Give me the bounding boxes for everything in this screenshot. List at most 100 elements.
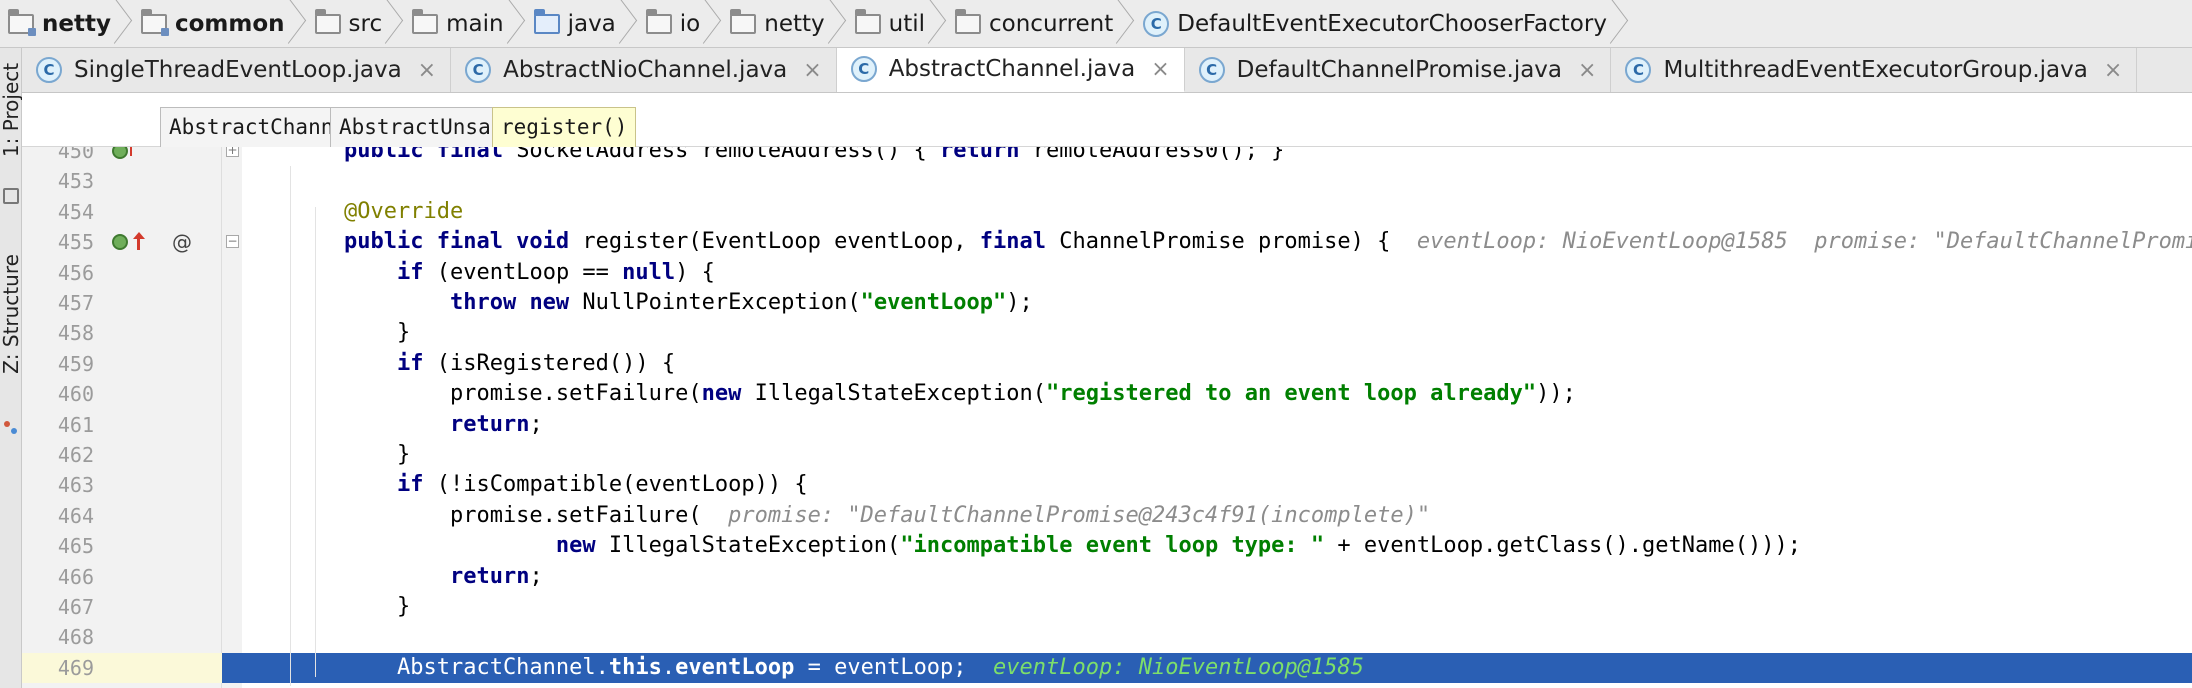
structure-tool-icon[interactable] [3, 420, 19, 436]
code-text: if (!isCompatible(eventLoop)) { [344, 470, 808, 500]
line-number: 458 [57, 321, 94, 345]
code-token: SocketAddress remoteAddress() [516, 147, 914, 163]
project-tool-tab[interactable]: 1: Project [0, 56, 23, 164]
code-line[interactable]: 461 return; [22, 410, 2192, 440]
breadcrumb: netty common src main java io netty util concurr… [0, 0, 2192, 48]
code-token: return [449, 412, 530, 437]
breadcrumb-label: src [348, 10, 383, 37]
breadcrumb-item-4[interactable]: java [526, 0, 638, 47]
tab-label: SingleThreadEventLoop.java [74, 57, 402, 83]
structure-tool-tab[interactable]: Z: Structure [0, 244, 23, 384]
close-tab-icon[interactable]: × [803, 58, 821, 83]
close-tab-icon[interactable]: × [1151, 57, 1169, 82]
folder-icon [314, 8, 341, 34]
code-token: AbstractChannel. [344, 655, 609, 680]
code-token: + eventLoop.getClass().getName())); [1324, 533, 1801, 558]
tool-window-strip: 1: Project Z: Structure [0, 48, 23, 688]
scope-method[interactable]: register() [492, 107, 637, 147]
code-text: } [344, 440, 410, 470]
fold-collapse-icon[interactable]: − [226, 235, 239, 248]
debug-inline-value: eventLoop: NioEventLoop@1585 [993, 655, 1364, 680]
breadcrumb-item-1[interactable]: common [133, 0, 307, 47]
code-token: new [555, 533, 609, 558]
project-tool-icon[interactable] [3, 188, 19, 204]
class-icon: C [465, 57, 492, 83]
implements-icon[interactable] [112, 147, 128, 159]
code-text: @Override [344, 197, 463, 227]
code-token: ); [1006, 290, 1033, 315]
implements-icon[interactable] [112, 234, 128, 250]
breadcrumb-item-0[interactable]: netty [0, 0, 133, 47]
breadcrumb-item-9[interactable]: C DefaultEventExecutorChooserFactory [1135, 0, 1629, 47]
code-line[interactable]: 456 if (eventLoop == null) { [22, 258, 2192, 288]
code-line[interactable]: 465 new IllegalStateException("incompati… [22, 531, 2192, 561]
scope-navigation-bar: AbstractChannel AbstractUnsafe register(… [22, 93, 2192, 147]
code-line[interactable]: 468 [22, 622, 2192, 652]
code-token: throw new [449, 290, 583, 315]
breadcrumb-item-6[interactable]: netty [722, 0, 846, 47]
code-line[interactable]: 450 + public final SocketAddress remoteAdd… [22, 147, 2192, 166]
code-text: if (eventLoop == null) { [344, 258, 715, 288]
code-line[interactable]: 459 if (isRegistered()) { [22, 349, 2192, 379]
editor-tab-2[interactable]: C AbstractChannel.java × [836, 48, 1185, 92]
code-line[interactable]: 454 @Override [22, 197, 2192, 227]
folder-icon [412, 8, 439, 34]
code-token: NullPointerException( [582, 290, 861, 315]
code-line[interactable]: 467 } [22, 592, 2192, 622]
breadcrumb-label: concurrent [989, 10, 1114, 37]
folder-icon [955, 8, 982, 34]
code-token: { [913, 147, 941, 163]
code-text: throw new NullPointerException("eventLoo… [344, 288, 1033, 318]
code-token: (eventLoop == [436, 260, 623, 285]
code-token: (isRegistered()) { [436, 351, 676, 376]
code-token: "registered to an event loop already" [1046, 381, 1537, 406]
folder-icon [854, 8, 881, 34]
override-marker-icon[interactable] [130, 147, 132, 156]
editor-tab-0[interactable]: C SingleThreadEventLoop.java × [22, 48, 452, 92]
breadcrumb-item-2[interactable]: src [307, 0, 405, 47]
code-token: = eventLoop; [794, 655, 994, 680]
code-text: public final void register(EventLoop eve… [344, 227, 2192, 257]
code-text: } [344, 318, 410, 348]
code-line[interactable]: 458 } [22, 318, 2192, 348]
code-line[interactable]: 464 promise.setFailure( promise: "Defaul… [22, 501, 2192, 531]
breadcrumb-item-3[interactable]: main [404, 0, 525, 47]
code-line[interactable]: 455 @ − public final void register(EventLoo… [22, 227, 2192, 257]
close-tab-icon[interactable]: × [418, 58, 436, 83]
code-line[interactable]: 453 [22, 166, 2192, 196]
code-line[interactable]: 462 } [22, 440, 2192, 470]
code-token: if [396, 472, 437, 497]
breadcrumb-item-7[interactable]: util [847, 0, 947, 47]
class-icon: C [1143, 10, 1170, 37]
editor-tab-3[interactable]: C DefaultChannelPromise.java × [1184, 48, 1612, 92]
code-text: } [344, 592, 410, 622]
editor-tab-4[interactable]: C MultithreadEventExecutorGroup.java × [1611, 48, 2138, 92]
breadcrumb-item-8[interactable]: concurrent [947, 0, 1135, 47]
code-line[interactable]: 460 promise.setFailure(new IllegalStateE… [22, 379, 2192, 409]
overrides-arrow-icon[interactable] [132, 232, 146, 252]
code-token: IllegalStateException( [608, 533, 901, 558]
fold-expand-icon[interactable]: + [226, 147, 239, 157]
code-token: (!isCompatible(eventLoop)) { [436, 472, 808, 497]
breadcrumb-label: io [679, 10, 701, 37]
code-token: eventLoop [675, 655, 795, 680]
code-line[interactable]: 466 return; [22, 562, 2192, 592]
code-text: return; [344, 562, 543, 592]
line-number: 457 [57, 291, 94, 315]
close-tab-icon[interactable]: × [2104, 58, 2122, 83]
execution-point-line[interactable]: 469 AbstractChannel.this.eventLoop = eve… [22, 653, 2192, 683]
line-number: 463 [57, 473, 94, 497]
annotation-marker-icon[interactable]: @ [172, 227, 192, 257]
code-line[interactable]: 457 throw new NullPointerException("even… [22, 288, 2192, 318]
code-token: ; [529, 564, 543, 589]
line-number: 465 [57, 534, 94, 558]
code-line[interactable]: 463 if (!isCompatible(eventLoop)) { [22, 470, 2192, 500]
breadcrumb-item-5[interactable]: io [638, 0, 722, 47]
code-editor[interactable]: 450 + public final SocketAddress remoteAdd… [22, 147, 2192, 688]
line-number: 460 [57, 382, 94, 406]
close-tab-icon[interactable]: × [1578, 58, 1596, 83]
line-number: 467 [57, 595, 94, 619]
editor-tab-1[interactable]: C AbstractNioChannel.java × [451, 48, 837, 92]
